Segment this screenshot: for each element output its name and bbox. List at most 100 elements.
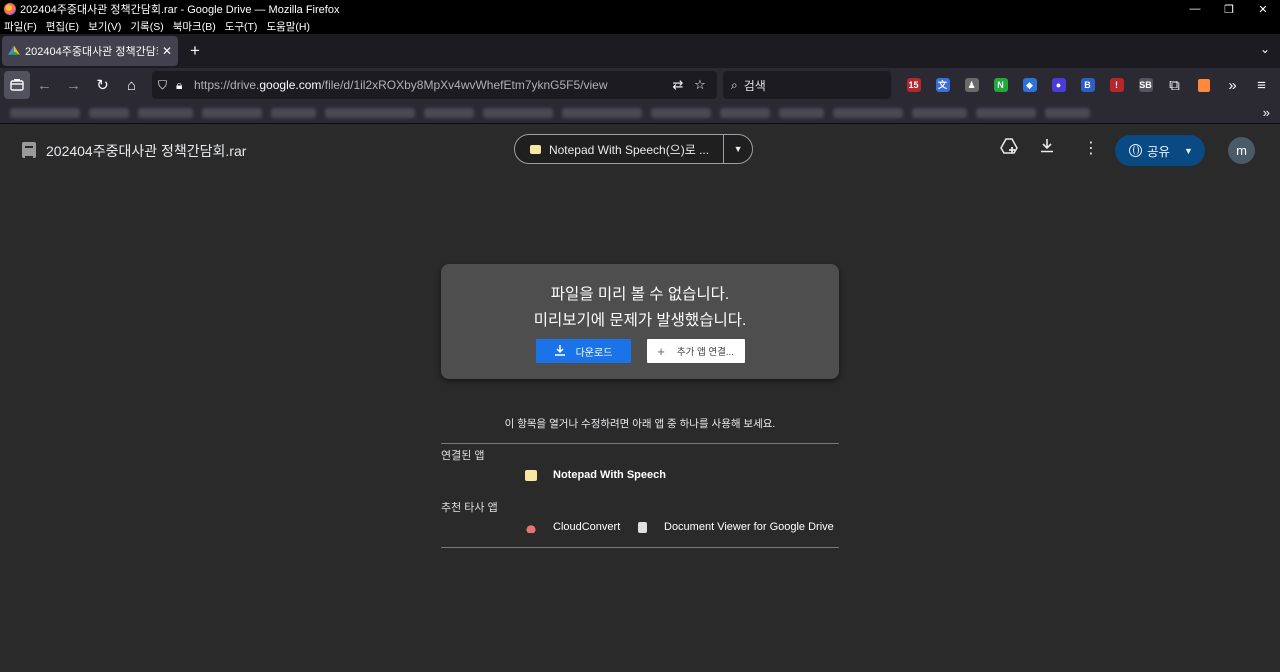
bookmark-item[interactable]	[271, 107, 316, 118]
overflow-menu-icon[interactable]: »	[1218, 71, 1247, 99]
cloud-app-icon	[525, 521, 537, 533]
globe-icon	[1129, 144, 1142, 157]
download-icon	[554, 344, 566, 359]
bookmarks-bar: »	[0, 102, 1280, 124]
apps-hint: 이 항목을 열거나 수정하려면 아래 앱 중 하나를 사용해 보세요.	[504, 418, 776, 430]
app-cloudconvert[interactable]: CloudConvert	[525, 521, 620, 533]
bookmark-item[interactable]	[720, 107, 770, 118]
new-tab-button[interactable]: +	[190, 41, 200, 61]
avatar[interactable]: m	[1228, 137, 1255, 164]
share-dropdown-icon[interactable]: ▼	[1184, 146, 1193, 156]
badge-15-extension-icon[interactable]: 15	[899, 71, 928, 99]
bookmark-item[interactable]	[562, 107, 642, 118]
vpn-extension-glyph: ●	[1051, 78, 1066, 92]
window-title-bar: 202404주중대사관 정책간담회.rar - Google Drive — M…	[0, 0, 1280, 18]
connect-more-apps-button[interactable]: + 추가 앱 연결...	[646, 339, 745, 363]
divider	[441, 443, 839, 444]
bookmark-item[interactable]	[779, 107, 824, 118]
app-name: Notepad With Speech	[553, 469, 666, 481]
menu-help[interactable]: 도움말(H)	[266, 19, 310, 34]
n-extension-glyph: N	[993, 78, 1008, 92]
menu-bar: 파일(F) 편집(E) 보기(V) 기록(S) 북마크(B) 도구(T) 도움말…	[0, 18, 1280, 34]
notepad-app-icon	[525, 469, 537, 481]
vpn-extension-icon[interactable]: ●	[1044, 71, 1073, 99]
preview-error-subtitle: 미리보기에 문제가 발생했습니다.	[533, 312, 747, 329]
menu-file[interactable]: 파일(F)	[4, 19, 37, 34]
bookmark-item[interactable]	[1045, 107, 1090, 118]
add-to-drive-icon[interactable]	[1000, 138, 1018, 159]
share-label: 공유	[1147, 145, 1171, 159]
more-options-icon[interactable]: ⋮	[1083, 138, 1099, 158]
search-bar[interactable]: ⌕ 검색	[723, 71, 891, 99]
document-app-icon	[638, 521, 647, 533]
menu-bookmarks[interactable]: 북마크(B)	[173, 19, 216, 34]
open-with-label: Notepad With Speech(으)로 ...	[548, 142, 710, 157]
bookmark-item[interactable]	[89, 107, 129, 118]
reload-button[interactable]: ↻	[88, 71, 117, 99]
bookmark-item[interactable]	[833, 107, 903, 118]
menu-tools[interactable]: 도구(T)	[225, 19, 258, 34]
translate-extension-glyph: 文	[935, 78, 950, 92]
download-icon[interactable]	[1040, 138, 1054, 158]
app-notepad-with-speech[interactable]: Notepad With Speech	[525, 469, 666, 481]
divider	[441, 547, 839, 548]
navigation-bar: ← → ↻ ⌂ ⛉ 🔒︎ https://drive.google.com/fi…	[0, 68, 1280, 102]
bag-extension-icon[interactable]	[1189, 71, 1218, 99]
puzzle-user-extension-icon[interactable]: ♟	[957, 71, 986, 99]
counter-extension-glyph: !	[1109, 78, 1124, 92]
search-icon: ⌕	[731, 77, 738, 92]
firefox-logo-icon	[4, 3, 16, 15]
counter-extension-icon[interactable]: !	[1102, 71, 1131, 99]
firefox-view-button[interactable]	[4, 71, 30, 99]
caret-down-icon[interactable]: ▼	[724, 144, 752, 154]
lock-icon[interactable]: 🔒︎	[176, 78, 194, 93]
download-button[interactable]: 다운로드	[535, 339, 631, 363]
bookmark-item[interactable]	[138, 107, 193, 118]
bookmark-item[interactable]	[483, 107, 553, 118]
archive-file-icon	[22, 142, 36, 158]
n-extension-icon[interactable]: N	[986, 71, 1015, 99]
extensions-puzzle-icon[interactable]: ⧉	[1160, 71, 1189, 99]
chevron-down-icon[interactable]: ⌄	[1260, 42, 1270, 56]
translate-extension-icon[interactable]: 文	[928, 71, 957, 99]
tracking-shield-icon[interactable]: ⛉	[158, 78, 176, 93]
sb-extension-glyph: SB	[1138, 78, 1153, 92]
back-button[interactable]: ←	[30, 71, 59, 99]
window-title: 202404주중대사관 정책간담회.rar - Google Drive — M…	[20, 4, 340, 16]
shield-extension-icon[interactable]: ◆	[1015, 71, 1044, 99]
bookmark-item[interactable]	[325, 107, 415, 118]
menu-view[interactable]: 보기(V)	[88, 19, 121, 34]
restore-button[interactable]: ❐	[1212, 3, 1246, 16]
home-button[interactable]: ⌂	[117, 71, 146, 99]
menu-edit[interactable]: 편집(E)	[46, 19, 79, 34]
minimize-button[interactable]: —	[1178, 3, 1212, 15]
open-with-button[interactable]: Notepad With Speech(으)로 ... ▼	[514, 134, 753, 164]
menu-history[interactable]: 기록(S)	[130, 19, 163, 34]
bookmark-item[interactable]	[651, 107, 711, 118]
sb-extension-icon[interactable]: SB	[1131, 71, 1160, 99]
bookmark-item[interactable]	[202, 107, 262, 118]
close-tab-icon[interactable]: ✕	[162, 44, 172, 58]
bookmark-star-icon[interactable]: ☆	[689, 77, 711, 93]
drive-header: 202404주중대사관 정책간담회.rar Notepad With Speec…	[0, 124, 1280, 174]
url-bar[interactable]: ⛉ 🔒︎ https://drive.google.com/file/d/1il…	[152, 71, 717, 99]
app-document-viewer[interactable]: Document Viewer for Google Drive	[638, 521, 834, 533]
url-text[interactable]: https://drive.google.com/file/d/1il2xROX…	[194, 78, 667, 92]
extension-toolbar: 15 文 ♟ N ◆ ● B! SB	[899, 71, 1160, 99]
bookmark-item[interactable]	[912, 107, 967, 118]
translate-page-icon[interactable]: ⇄	[667, 77, 689, 93]
bookmarks-overflow-icon[interactable]: »	[1263, 105, 1270, 120]
suggested-apps-title: 추천 타사 앱	[441, 502, 498, 514]
close-window-button[interactable]: ✕	[1246, 3, 1280, 16]
tab-title: 202404주중대사관 정책간담회	[25, 46, 158, 58]
hamburger-menu-icon[interactable]: ≡	[1247, 71, 1276, 99]
download-label: 다운로드	[575, 347, 613, 359]
badge-15-extension-glyph: 15	[906, 78, 921, 92]
bookmark-item[interactable]	[424, 107, 474, 118]
bookmark-item[interactable]	[976, 107, 1036, 118]
bitwarden-extension-icon[interactable]: B	[1073, 71, 1102, 99]
forward-button[interactable]: →	[59, 71, 88, 99]
share-button[interactable]: 공유 ▼	[1115, 135, 1205, 166]
bookmark-item[interactable]	[10, 107, 80, 118]
tab-google-drive[interactable]: 202404주중대사관 정책간담회 ✕	[2, 36, 178, 66]
